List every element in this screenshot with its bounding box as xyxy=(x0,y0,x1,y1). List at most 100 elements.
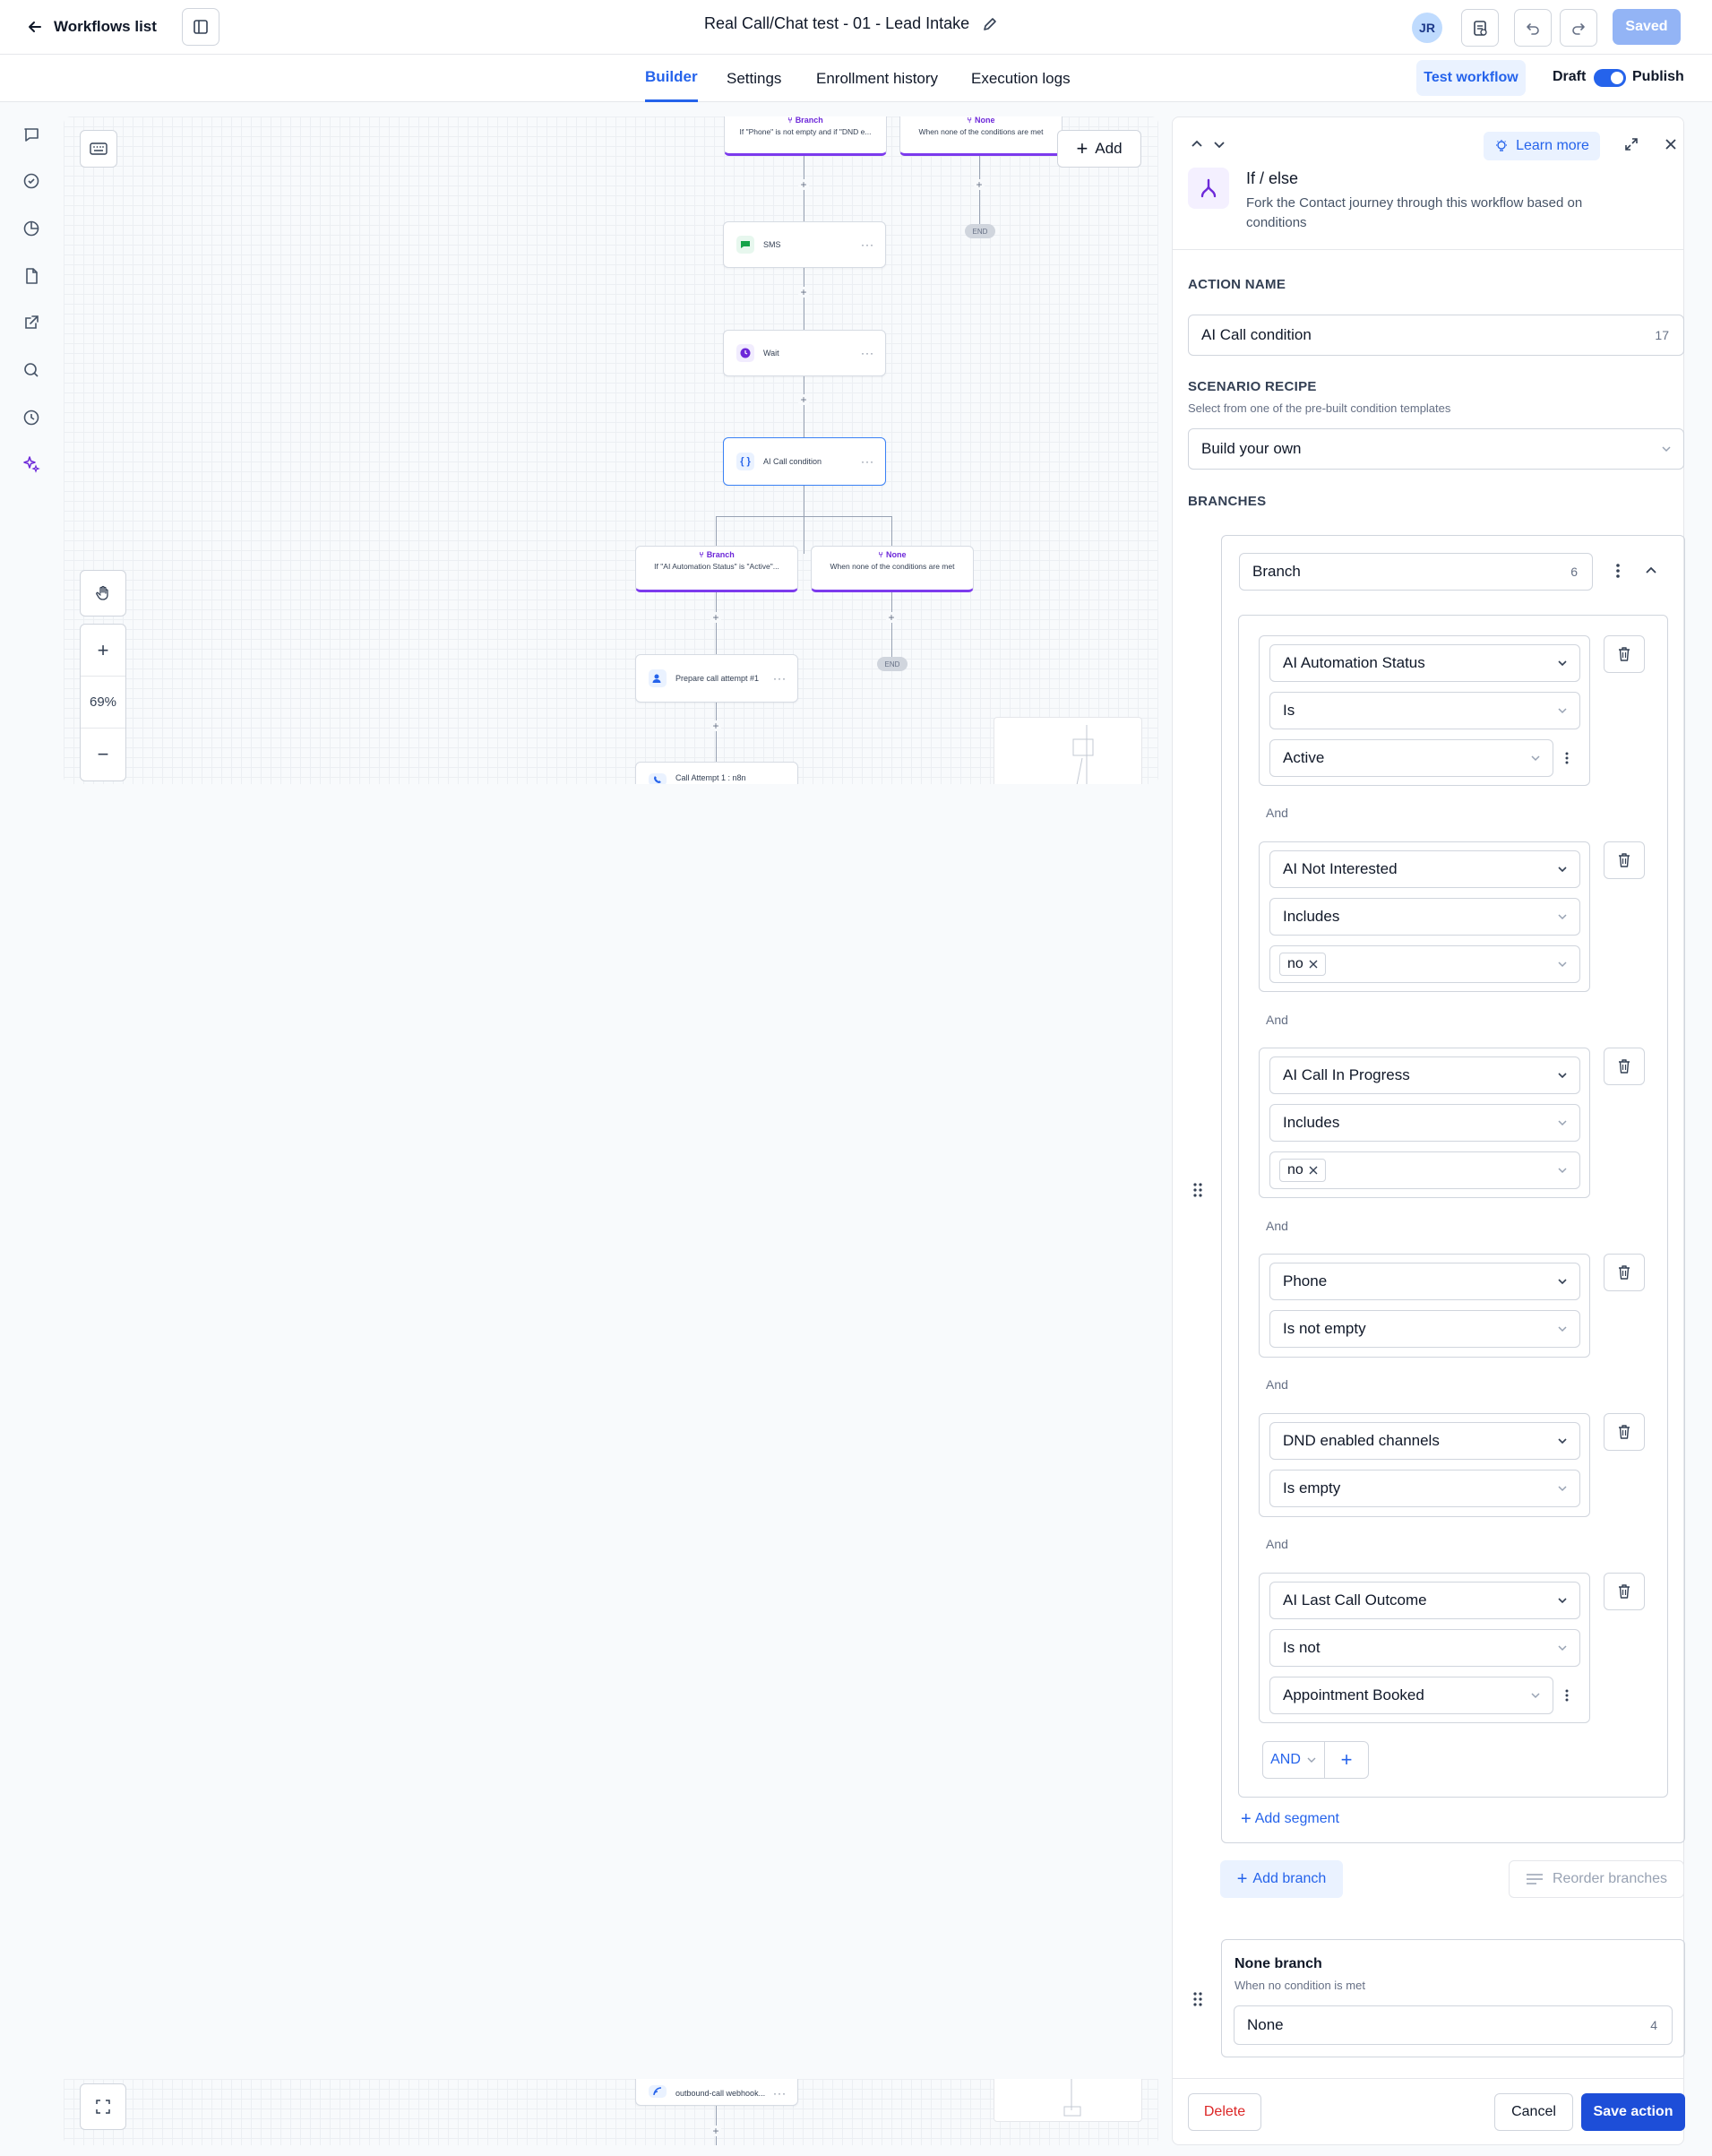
condition-value-multiselect[interactable]: no xyxy=(1269,1151,1580,1189)
condition-operator-select[interactable]: Is not empty xyxy=(1269,1310,1580,1348)
top-branch-node[interactable]: ⑂ Branch If "Phone" is not empty and if "… xyxy=(724,116,887,156)
ai-call-condition-node[interactable]: { } AI Call condition ··· xyxy=(723,437,886,486)
none-branch-name-input[interactable]: None 4 xyxy=(1234,2005,1673,2045)
keyboard-shortcuts-button[interactable] xyxy=(80,130,117,168)
insert-step-button[interactable]: + xyxy=(710,720,721,731)
tab-settings[interactable]: Settings xyxy=(727,55,781,102)
workflow-canvas[interactable]: ⑂ Branch If "Phone" is not empty and if "… xyxy=(64,116,1158,784)
delete-condition-button[interactable] xyxy=(1604,1413,1645,1451)
insert-step-button[interactable]: + xyxy=(886,612,897,623)
insert-step-button[interactable]: + xyxy=(798,179,809,190)
node-menu-icon[interactable]: ··· xyxy=(773,2087,787,2100)
wait-node[interactable]: Wait ··· xyxy=(723,330,886,376)
user-avatar[interactable]: JR xyxy=(1412,13,1442,43)
condition-field-select[interactable]: Phone xyxy=(1269,1263,1580,1300)
tab-builder[interactable]: Builder xyxy=(645,55,698,102)
mid-branch-node[interactable]: ⑂ Branch If "AI Automation Status" is "Ac… xyxy=(635,546,798,592)
document-icon[interactable] xyxy=(20,264,43,288)
node-menu-icon[interactable]: ··· xyxy=(861,455,874,468)
add-branch-button[interactable]: + Add branch xyxy=(1220,1860,1343,1898)
condition-operator-select[interactable]: Includes xyxy=(1269,1104,1580,1142)
save-action-button[interactable]: Save action xyxy=(1581,2093,1685,2131)
condition-field-select[interactable]: AI Automation Status xyxy=(1269,644,1580,682)
branch-name-input[interactable]: Branch 6 xyxy=(1239,553,1593,591)
delete-action-button[interactable]: Delete xyxy=(1188,2093,1261,2131)
branch-menu-button[interactable] xyxy=(1604,557,1631,584)
condition-operator-select[interactable]: Is not xyxy=(1269,1629,1580,1667)
condition-operator-select[interactable]: Is xyxy=(1269,692,1580,729)
external-link-icon[interactable] xyxy=(20,311,43,334)
sparkle-icon[interactable] xyxy=(20,453,43,476)
tab-execution-logs[interactable]: Execution logs xyxy=(971,55,1071,102)
pie-chart-icon[interactable] xyxy=(20,217,43,240)
minimap[interactable] xyxy=(994,2079,1142,2122)
delete-condition-button[interactable] xyxy=(1604,1573,1645,1610)
condition-value-select[interactable]: Active xyxy=(1269,739,1553,777)
insert-step-button[interactable]: + xyxy=(710,2126,721,2136)
call-attempt-node[interactable]: Call Attempt 1 : n8n xyxy=(635,762,798,784)
action-name-input[interactable]: AI Call condition 17 xyxy=(1188,315,1684,356)
condition-field-select[interactable]: AI Last Call Outcome xyxy=(1269,1582,1580,1619)
test-workflow-button[interactable]: Test workflow xyxy=(1416,60,1526,96)
delete-condition-button[interactable] xyxy=(1604,635,1645,673)
node-menu-icon[interactable]: ··· xyxy=(861,238,874,251)
condition-value-select[interactable]: Appointment Booked xyxy=(1269,1677,1553,1714)
expand-panel-button[interactable] xyxy=(1618,131,1645,158)
condition-value-multiselect[interactable]: no xyxy=(1269,945,1580,983)
sms-node[interactable]: SMS ··· xyxy=(723,221,886,268)
reorder-branches-button[interactable]: Reorder branches xyxy=(1509,1860,1684,1898)
scenario-recipe-select[interactable]: Build your own xyxy=(1188,428,1684,470)
add-segment-link[interactable]: + Add segment xyxy=(1241,1810,1339,1828)
chat-icon[interactable] xyxy=(20,123,43,146)
logic-operator-select[interactable]: AND xyxy=(1262,1741,1325,1779)
zoom-in-button[interactable]: + xyxy=(81,625,125,677)
workflow-canvas-bottom[interactable]: outbound-call webhook... ··· + xyxy=(64,2079,1158,2145)
condition-field-select[interactable]: AI Not Interested xyxy=(1269,850,1580,888)
toggle-sidebar-button[interactable] xyxy=(182,8,219,46)
drag-handle-icon[interactable] xyxy=(1191,1990,1205,2008)
minimap[interactable] xyxy=(994,717,1142,784)
publish-toggle[interactable] xyxy=(1594,69,1626,87)
collapse-branch-button[interactable] xyxy=(1638,557,1665,584)
learn-more-button[interactable]: Learn more xyxy=(1484,132,1600,160)
pan-tool-button[interactable] xyxy=(80,570,126,617)
value-options-button[interactable] xyxy=(1553,1677,1580,1714)
close-icon[interactable] xyxy=(1309,1166,1318,1175)
node-menu-icon[interactable]: ··· xyxy=(861,347,874,359)
delete-condition-button[interactable] xyxy=(1604,1254,1645,1291)
notes-button[interactable] xyxy=(1461,9,1499,47)
edit-title-icon[interactable] xyxy=(982,16,998,32)
undo-button[interactable] xyxy=(1514,9,1552,47)
add-condition-button[interactable]: + xyxy=(1324,1741,1369,1779)
insert-step-button[interactable]: + xyxy=(710,612,721,623)
condition-field-select[interactable]: DND enabled channels xyxy=(1269,1422,1580,1460)
fit-view-button[interactable] xyxy=(80,2083,126,2130)
value-chip[interactable]: no xyxy=(1279,953,1326,976)
mid-none-node[interactable]: ⑂ None When none of the conditions are me… xyxy=(811,546,974,592)
value-chip[interactable]: no xyxy=(1279,1159,1326,1182)
insert-step-button[interactable]: + xyxy=(974,179,985,190)
insert-step-button[interactable]: + xyxy=(798,394,809,405)
insert-step-button[interactable]: + xyxy=(798,287,809,298)
add-node-button[interactable]: + Add xyxy=(1057,130,1141,168)
close-icon[interactable] xyxy=(1309,960,1318,969)
value-options-button[interactable] xyxy=(1553,739,1580,777)
condition-operator-select[interactable]: Is empty xyxy=(1269,1470,1580,1507)
delete-condition-button[interactable] xyxy=(1604,841,1645,879)
check-circle-icon[interactable] xyxy=(20,169,43,193)
node-menu-icon[interactable]: ··· xyxy=(773,672,787,685)
prepare-call-node[interactable]: Prepare call attempt #1 ··· xyxy=(635,654,798,703)
top-none-node[interactable]: ⑂ None When none of the conditions are me… xyxy=(899,116,1062,156)
webhook-node[interactable]: outbound-call webhook... ··· xyxy=(635,2079,798,2106)
cancel-button[interactable]: Cancel xyxy=(1494,2093,1573,2131)
condition-operator-select[interactable]: Includes xyxy=(1269,898,1580,936)
delete-condition-button[interactable] xyxy=(1604,1048,1645,1085)
drag-handle-icon[interactable] xyxy=(1191,1181,1205,1199)
zoom-out-button[interactable]: − xyxy=(81,729,125,780)
history-icon[interactable] xyxy=(20,406,43,429)
search-icon[interactable] xyxy=(20,358,43,382)
next-step-button[interactable] xyxy=(1206,131,1233,158)
condition-field-select[interactable]: AI Call In Progress xyxy=(1269,1056,1580,1094)
back-to-workflows-link[interactable]: Workflows list xyxy=(27,13,157,41)
tab-enrollment-history[interactable]: Enrollment history xyxy=(816,55,938,102)
